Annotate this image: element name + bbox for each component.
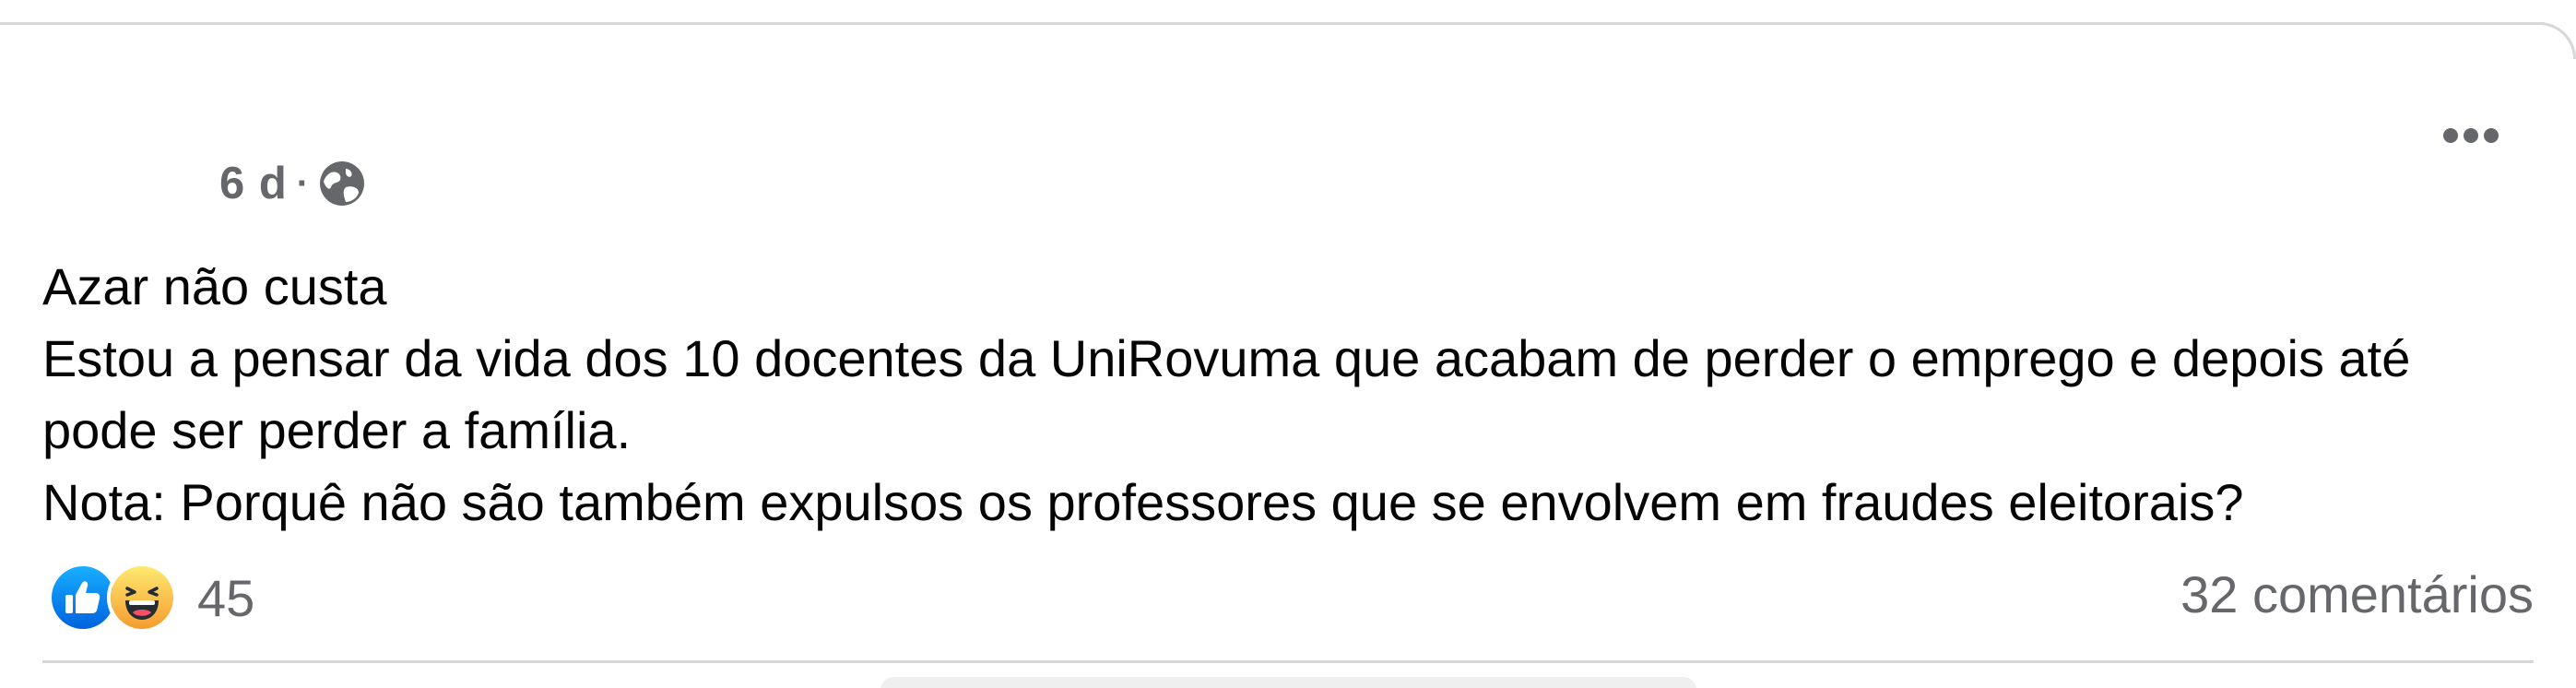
next-card-edge	[880, 677, 1696, 688]
reaction-count: 45	[197, 568, 255, 627]
post-card: 6 d · Azar não custa Estou a pensar da v…	[0, 0, 2576, 688]
globe-icon	[318, 160, 366, 208]
post-meta: 6 d ·	[219, 153, 366, 214]
haha-icon	[107, 563, 177, 633]
post-line: Nota: Porquê não são também expulsos os …	[42, 473, 2244, 531]
top-divider	[0, 22, 2545, 25]
post-line: Estou a pensar da vida dos 10 docentes d…	[42, 329, 2411, 387]
reactions-summary[interactable]: 45	[48, 561, 254, 635]
card-corner	[2539, 22, 2576, 59]
more-horizontal-icon	[2443, 128, 2458, 143]
post-body: Azar não custa Estou a pensar da vida do…	[42, 251, 2532, 539]
comments-count-link[interactable]: 32 comentários	[2180, 564, 2534, 624]
more-dot	[2484, 128, 2499, 143]
more-options-button[interactable]	[2434, 111, 2508, 160]
post-line: Azar não custa	[42, 257, 387, 315]
meta-separator: ·	[296, 162, 310, 204]
more-dot	[2464, 128, 2478, 143]
bottom-divider	[42, 660, 2534, 663]
post-timestamp[interactable]: 6 d	[219, 158, 288, 209]
post-line: pode ser perder a família.	[42, 401, 632, 459]
